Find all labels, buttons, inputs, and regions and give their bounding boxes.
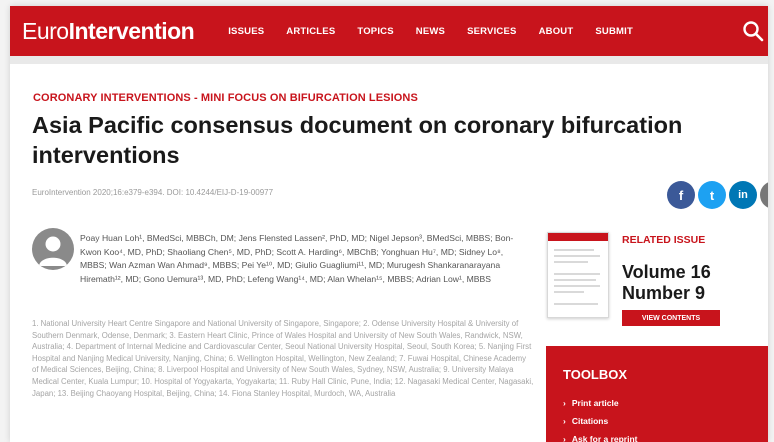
cover-text-line xyxy=(554,261,588,263)
linkedin-share-button[interactable]: in xyxy=(729,181,757,209)
facebook-share-button[interactable]: f xyxy=(667,181,695,209)
facebook-icon: f xyxy=(678,187,684,203)
logo-bold-text: Intervention xyxy=(68,17,195,44)
nav-topics[interactable]: TOPICS xyxy=(357,26,393,37)
twitter-share-button[interactable]: t xyxy=(698,181,726,209)
article-category[interactable]: CORONARY INTERVENTIONS - MINI FOCUS ON B… xyxy=(33,92,418,104)
cover-text-line xyxy=(554,279,596,281)
citations-link[interactable]: › Citations xyxy=(563,416,608,426)
search-icon[interactable] xyxy=(742,20,764,42)
nav-services[interactable]: SERVICES xyxy=(467,26,516,37)
chevron-right-icon: › xyxy=(563,398,566,408)
view-contents-button[interactable]: VIEW CONTENTS xyxy=(622,310,720,326)
toolbox-panel: TOOLBOX › Print article › Citations › Ask f… xyxy=(546,346,768,442)
citations-label: Citations xyxy=(571,416,609,426)
print-article-label: Print article xyxy=(571,398,619,408)
nav-about[interactable]: ABOUT xyxy=(539,26,574,37)
site-logo[interactable]: EuroIntervention xyxy=(22,17,195,45)
nav-articles[interactable]: ARTICLES xyxy=(286,26,335,37)
issue-volume-number[interactable]: Volume 16 Number 9 xyxy=(622,262,762,304)
issue-cover-thumbnail[interactable] xyxy=(547,232,609,318)
article-title: Asia Pacific consensus document on coron… xyxy=(32,112,683,168)
toolbox-title: TOOLBOX xyxy=(563,367,628,382)
reprint-link[interactable]: › Ask for a reprint xyxy=(563,434,638,442)
share-buttons: f t in @ xyxy=(664,181,768,209)
reprint-label: Ask for a reprint xyxy=(571,434,638,442)
user-silhouette-icon xyxy=(39,236,67,266)
logo-light-text: Euro xyxy=(22,17,69,44)
twitter-icon: t xyxy=(709,187,715,203)
cover-text-line xyxy=(554,285,600,287)
chevron-right-icon: › xyxy=(563,434,566,442)
chevron-right-icon: › xyxy=(563,416,566,426)
header-divider xyxy=(10,56,768,64)
cover-text-line xyxy=(554,273,600,275)
linkedin-icon: in xyxy=(738,189,748,201)
print-article-link[interactable]: › Print article xyxy=(563,398,619,408)
related-issue-label: RELATED ISSUE xyxy=(622,234,706,246)
cover-text-line xyxy=(554,255,600,257)
article-citation: EuroIntervention 2020;16:e379-e394. DOI:… xyxy=(32,188,274,197)
cover-text-line xyxy=(554,249,594,251)
article-page: EuroIntervention ISSUES ARTICLES TOPICS … xyxy=(10,6,768,442)
author-affiliations: 1. National University Heart Centre Sing… xyxy=(32,319,534,398)
nav-news[interactable]: NEWS xyxy=(416,26,445,37)
nav-issues[interactable]: ISSUES xyxy=(228,26,264,37)
top-navigation-bar: EuroIntervention ISSUES ARTICLES TOPICS … xyxy=(10,6,768,56)
author-list: Poay Huan Loh¹, BMedSci, MBBCh, DM; Jens… xyxy=(80,233,514,284)
nav-submit[interactable]: SUBMIT xyxy=(595,26,633,37)
author-avatar-icon xyxy=(32,228,74,270)
main-nav: ISSUES ARTICLES TOPICS NEWS SERVICES ABO… xyxy=(228,26,655,37)
email-share-button[interactable]: @ xyxy=(760,181,768,209)
cover-text-line xyxy=(554,291,584,293)
cover-text-line xyxy=(554,303,598,305)
cover-header-bar xyxy=(548,233,608,241)
